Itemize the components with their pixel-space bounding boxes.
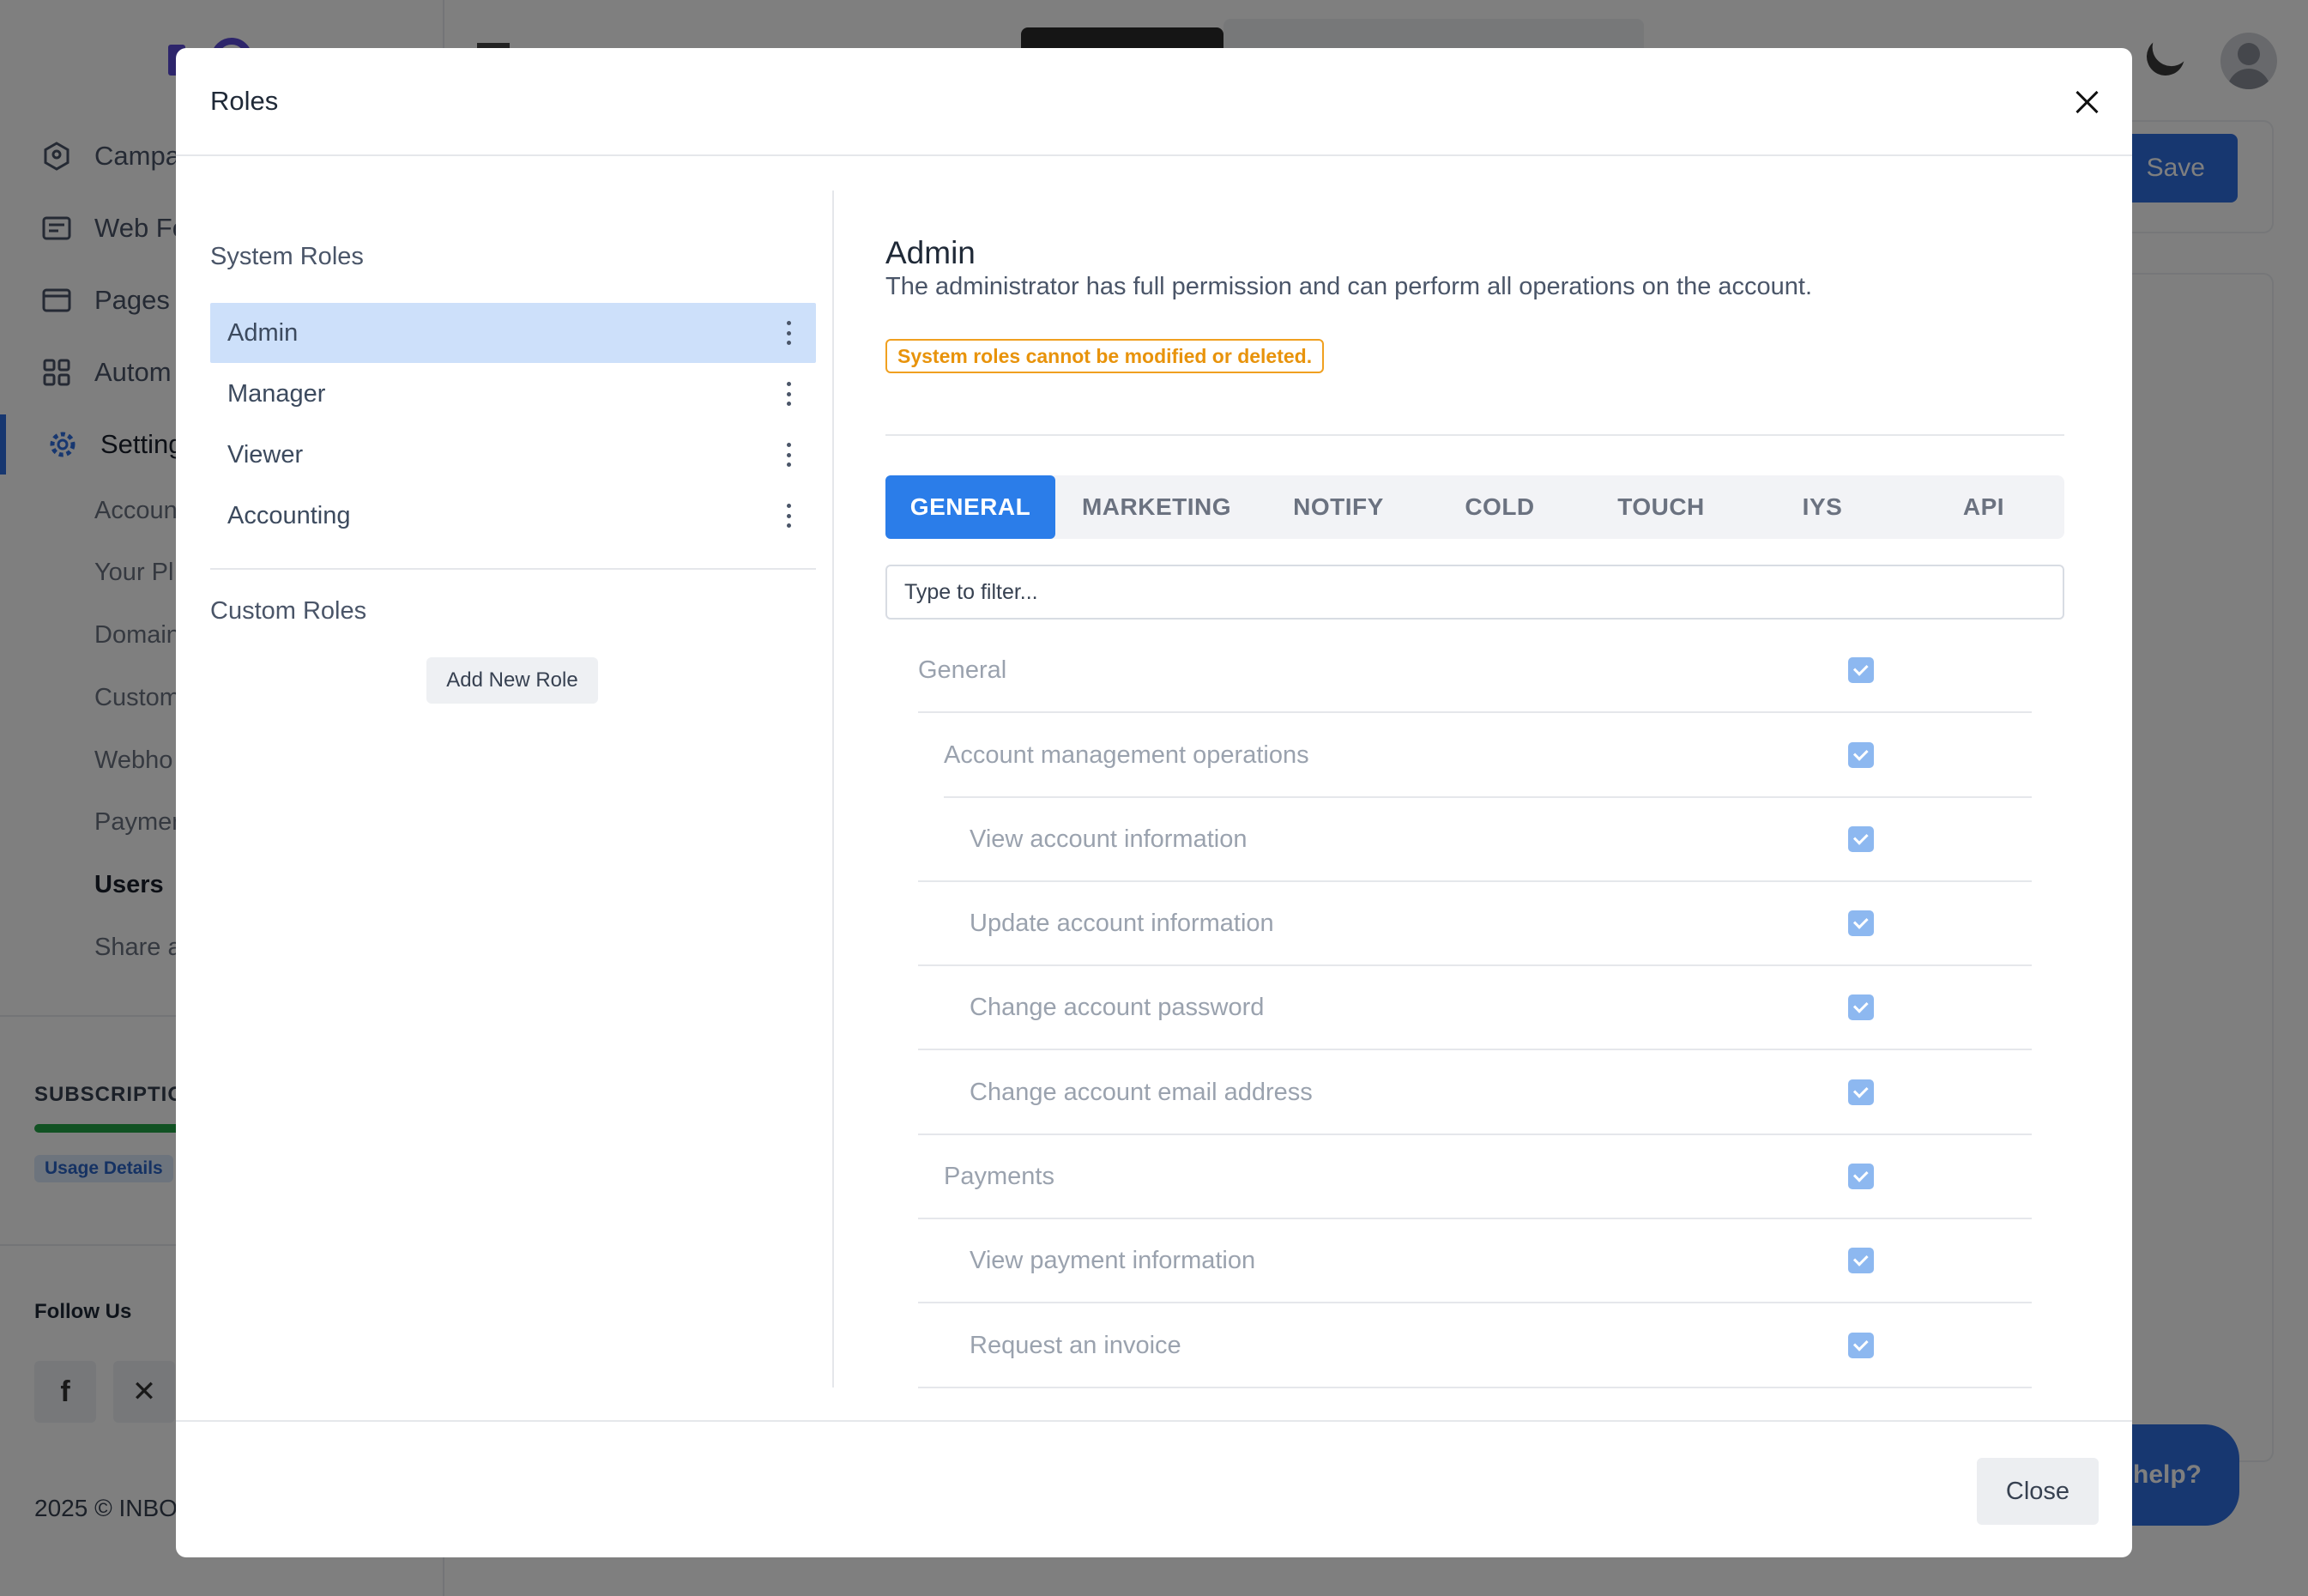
permission-row: Change account password (918, 966, 2032, 1050)
custom-roles-title: Custom Roles (210, 597, 367, 625)
permission-label: Payments (944, 1162, 1054, 1190)
divider (210, 568, 816, 570)
permission-row: View payment information (918, 1219, 2032, 1303)
permission-label: Change account password (970, 993, 1265, 1021)
system-role-warning-badge: System roles cannot be modified or delet… (885, 339, 1325, 373)
roles-modal: Roles System Roles Admin Manager Viewer … (176, 48, 2132, 1557)
permission-checkbox[interactable] (1848, 910, 1874, 936)
kebab-menu-icon[interactable] (778, 317, 799, 348)
permission-label: Update account information (970, 909, 1274, 937)
permission-label: Request an invoice (970, 1331, 1181, 1359)
permission-checkbox[interactable] (1848, 994, 1874, 1020)
permission-checkbox[interactable] (1848, 1079, 1874, 1105)
divider (885, 434, 2064, 436)
permission-row: Change account email address (918, 1051, 2032, 1135)
role-name: Admin (227, 318, 299, 347)
permission-checkbox[interactable] (1848, 826, 1874, 852)
permission-checkbox[interactable] (1848, 1333, 1874, 1358)
add-new-role-button[interactable]: Add New Role (426, 657, 598, 704)
close-icon[interactable] (2069, 84, 2106, 122)
tab-touch[interactable]: TOUCH (1580, 475, 1742, 539)
permission-row: General (918, 629, 2032, 713)
permission-row: View account information (918, 798, 2032, 882)
close-button[interactable]: Close (1977, 1458, 2099, 1525)
permission-label: View account information (970, 825, 1248, 853)
kebab-menu-icon[interactable] (778, 439, 799, 470)
divider (832, 190, 834, 1387)
permission-checkbox[interactable] (1848, 742, 1874, 768)
permission-row: Payments (918, 1135, 2032, 1219)
role-detail-title: Admin (885, 235, 976, 270)
modal-header: Roles (176, 48, 2132, 156)
permission-row: Update account information (918, 882, 2032, 966)
role-item-accounting[interactable]: Accounting (210, 486, 816, 546)
tab-notify[interactable]: NOTIFY (1258, 475, 1419, 539)
role-name: Accounting (227, 501, 351, 529)
permission-row: Account management operations (944, 714, 2032, 798)
permission-label: Change account email address (970, 1078, 1313, 1106)
kebab-menu-icon[interactable] (778, 500, 799, 531)
modal-title: Roles (210, 86, 279, 116)
permission-label: General (918, 656, 1007, 684)
permission-checkbox[interactable] (1848, 1248, 1874, 1273)
permission-label: View payment information (970, 1246, 1256, 1274)
permission-row: Request an invoice (918, 1304, 2032, 1388)
kebab-menu-icon[interactable] (778, 378, 799, 409)
system-roles-title: System Roles (210, 243, 364, 270)
permission-tabs: GENERAL MARKETING NOTIFY COLD TOUCH IYS … (885, 475, 2064, 539)
modal-footer: Close (176, 1420, 2132, 1557)
tab-marketing[interactable]: MARKETING (1055, 475, 1258, 539)
tab-iys[interactable]: IYS (1742, 475, 1903, 539)
role-item-admin[interactable]: Admin (210, 303, 816, 363)
role-name: Manager (227, 379, 326, 408)
permission-label: Account management operations (944, 741, 1309, 769)
role-item-manager[interactable]: Manager (210, 364, 816, 424)
role-detail-description: The administrator has full permission an… (885, 273, 1813, 300)
roles-list-panel: System Roles Admin Manager Viewer Accoun… (210, 156, 816, 1426)
permission-filter-input[interactable] (885, 565, 2064, 620)
permission-checkbox[interactable] (1848, 657, 1874, 683)
tab-cold[interactable]: COLD (1419, 475, 1580, 539)
tab-general[interactable]: GENERAL (885, 475, 1055, 539)
permission-checkbox[interactable] (1848, 1164, 1874, 1189)
role-name: Viewer (227, 440, 304, 469)
role-item-viewer[interactable]: Viewer (210, 425, 816, 485)
tab-api[interactable]: API (1903, 475, 2064, 539)
